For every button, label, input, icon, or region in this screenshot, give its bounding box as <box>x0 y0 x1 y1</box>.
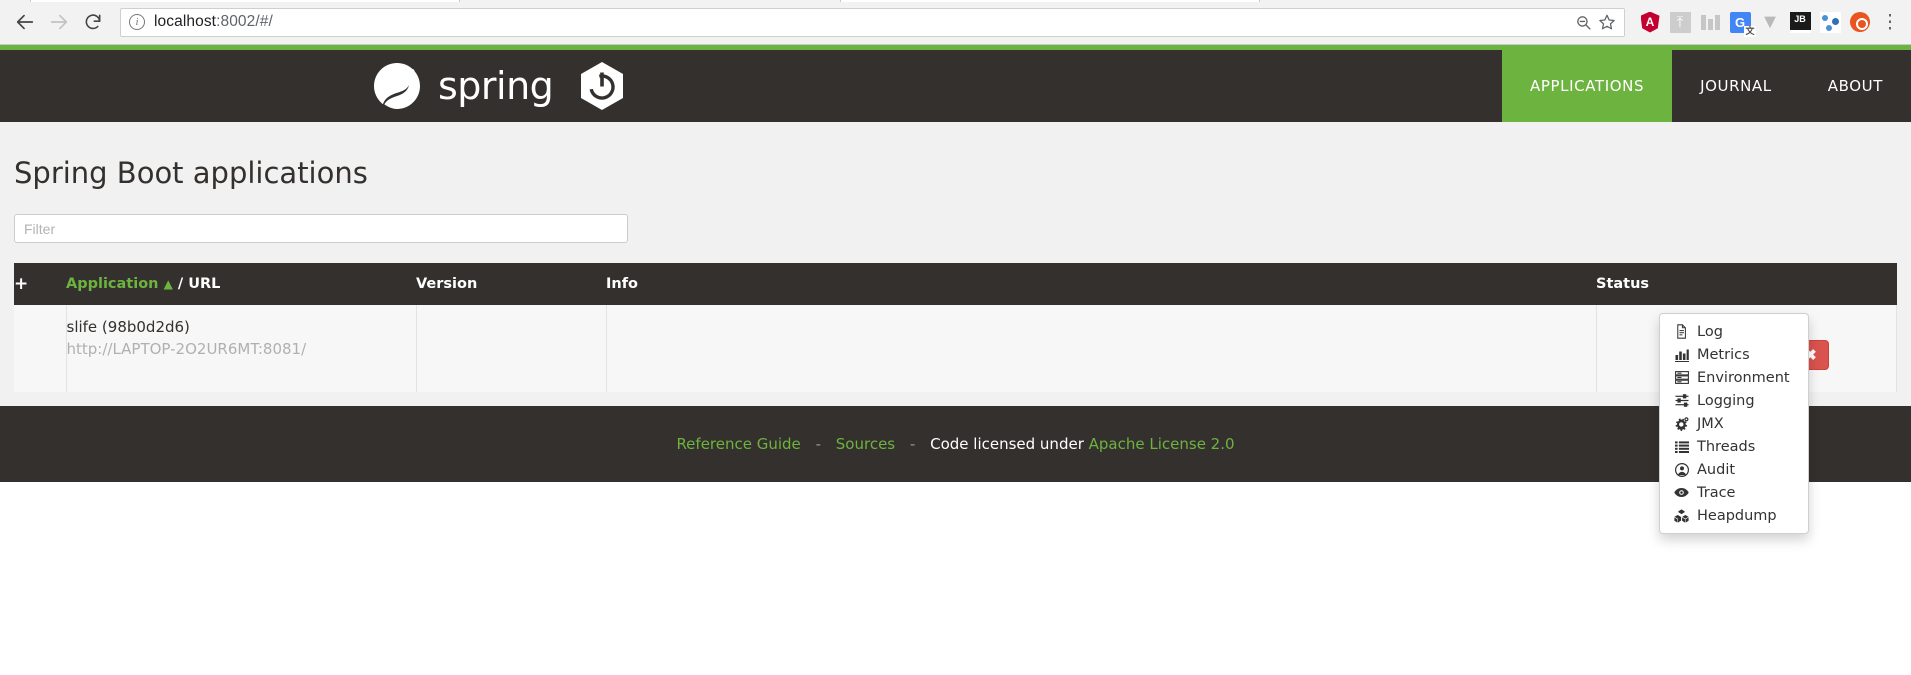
bar-chart-icon <box>1674 348 1689 362</box>
dropdown-item-label: Heapdump <box>1697 507 1777 524</box>
dropdown-item-log[interactable]: Log <box>1660 320 1808 343</box>
dropdown-item-label: Trace <box>1697 484 1736 501</box>
plus-icon[interactable]: + <box>14 274 28 294</box>
dropdown-item-audit[interactable]: Audit <box>1660 458 1808 481</box>
site-header: spring APPLICATIONS JOURNAL ABOUT <box>0 50 1911 122</box>
footer-links: Reference Guide - Sources - Code license… <box>676 435 1234 453</box>
dropdown-item-label: Log <box>1697 323 1723 340</box>
nav-item-applications[interactable]: APPLICATIONS <box>1502 50 1673 122</box>
main-content: Spring Boot applications + Application ▲… <box>0 122 1911 406</box>
site-footer: Reference Guide - Sources - Code license… <box>0 406 1911 482</box>
column-add[interactable]: + <box>14 263 66 305</box>
column-info[interactable]: Info <box>606 263 1596 305</box>
row-application-cell: slife (98b0d2d6) http://LAPTOP-2O2UR6MT:… <box>66 305 417 392</box>
browser-tab-stub[interactable] <box>840 0 1260 2</box>
address-bar[interactable]: i localhost:8002/#/ <box>120 7 1625 37</box>
ubuntu-extension-icon[interactable] <box>1847 9 1873 35</box>
applications-table: + Application ▲ / URL Version Info Statu… <box>14 263 1897 392</box>
back-arrow-icon[interactable] <box>8 5 42 39</box>
table-header-row: + Application ▲ / URL Version Info Statu… <box>14 263 1897 305</box>
dropdown-item-heapdump[interactable]: Heapdump <box>1660 504 1808 527</box>
eye-icon <box>1674 487 1689 498</box>
dropdown-item-logging[interactable]: Logging <box>1660 389 1808 412</box>
chrome-menu-kebab-icon[interactable]: ⋮ <box>1877 9 1903 35</box>
browser-toolbar: i localhost:8002/#/ A ⤒ G 文 ▼ JB ⋮ <box>0 0 1911 45</box>
footer-link-apache-license[interactable]: Apache License 2.0 <box>1089 435 1235 453</box>
column-url-label[interactable]: / URL <box>178 276 221 292</box>
dropdown-item-label: Metrics <box>1697 346 1750 363</box>
nav-item-journal[interactable]: JOURNAL <box>1672 50 1800 122</box>
dropdown-item-label: Environment <box>1697 369 1790 386</box>
info-circle-icon[interactable]: i <box>129 14 145 30</box>
column-application-url[interactable]: Application ▲ / URL <box>66 263 416 305</box>
columns-extension-icon[interactable] <box>1697 9 1723 35</box>
dropdown-item-trace[interactable]: Trace <box>1660 481 1808 504</box>
application-url[interactable]: http://LAPTOP-2O2UR6MT:8081/ <box>67 339 416 361</box>
sort-application-label[interactable]: Application <box>66 276 159 292</box>
url-host: localhost <box>154 13 217 30</box>
list-icon <box>1674 440 1689 453</box>
dropdown-item-environment[interactable]: Environment <box>1660 366 1808 389</box>
brand-logo[interactable]: spring <box>372 50 625 122</box>
table-header: + Application ▲ / URL Version Info Statu… <box>14 263 1897 305</box>
table-row[interactable]: slife (98b0d2d6) http://LAPTOP-2O2UR6MT:… <box>14 305 1897 392</box>
page-title: Spring Boot applications <box>14 156 368 190</box>
table-body: slife (98b0d2d6) http://LAPTOP-2O2UR6MT:… <box>14 305 1897 392</box>
footer-link-reference-guide[interactable]: Reference Guide <box>676 435 800 453</box>
footer-license-text: Code licensed under <box>930 435 1084 453</box>
dropdown-item-label: Logging <box>1697 392 1755 409</box>
google-translate-extension-icon[interactable]: G <box>1727 9 1756 37</box>
file-text-icon <box>1674 324 1689 339</box>
star-icon[interactable] <box>1598 13 1616 31</box>
application-name[interactable]: slife (98b0d2d6) <box>67 317 416 339</box>
column-status[interactable]: Status <box>1596 263 1897 305</box>
spring-boot-admin-app: spring APPLICATIONS JOURNAL ABOUT Spring… <box>0 45 1911 675</box>
url-path: :8002/#/ <box>216 13 273 30</box>
dropdown-item-label: Threads <box>1697 438 1756 455</box>
nav-item-about[interactable]: ABOUT <box>1800 50 1911 122</box>
browser-tab-stub[interactable] <box>30 0 460 2</box>
footer-separator: - <box>815 435 821 453</box>
magnifier-icon[interactable] <box>1575 14 1592 31</box>
user-circle-icon <box>1674 462 1689 477</box>
vue-devtools-extension-icon[interactable]: ▼ <box>1757 9 1783 35</box>
page-background <box>0 482 1911 675</box>
sort-ascending-icon: ▲ <box>163 277 173 291</box>
angular-extension-icon[interactable]: A <box>1637 9 1663 35</box>
sliders-icon <box>1674 394 1689 407</box>
server-list-icon <box>1674 371 1689 384</box>
upload-extension-icon[interactable]: ⤒ <box>1667 9 1693 35</box>
dropdown-item-jmx[interactable]: JMX <box>1660 412 1808 435</box>
footer-separator: - <box>909 435 916 453</box>
extensions-tray: A ⤒ G ▼ JB ⋮ <box>1631 9 1903 37</box>
filter-input[interactable] <box>14 214 628 243</box>
column-version[interactable]: Version <box>416 263 606 305</box>
footer-link-sources[interactable]: Sources <box>836 435 895 453</box>
row-version-cell <box>416 305 607 392</box>
address-bar-url: localhost:8002/#/ <box>154 13 273 31</box>
details-dropdown-menu: Log Metrics Environment Logging JMX Thre… <box>1659 313 1809 534</box>
row-expand-cell[interactable] <box>14 305 67 392</box>
brand-wordmark: spring <box>438 64 554 108</box>
jetbrains-extension-icon[interactable]: JB <box>1787 9 1813 35</box>
dropdown-item-label: Audit <box>1697 461 1736 478</box>
molecule-extension-icon[interactable] <box>1817 9 1843 35</box>
cubes-icon <box>1674 508 1689 523</box>
spring-boot-power-logo-icon <box>579 61 625 111</box>
dropdown-item-threads[interactable]: Threads <box>1660 435 1808 458</box>
main-nav: APPLICATIONS JOURNAL ABOUT <box>1502 50 1911 122</box>
dropdown-item-label: JMX <box>1697 415 1724 432</box>
omnibox-actions <box>1575 13 1616 31</box>
dropdown-item-metrics[interactable]: Metrics <box>1660 343 1808 366</box>
row-info-cell <box>606 305 1597 392</box>
reload-icon[interactable] <box>76 5 110 39</box>
forward-arrow-icon <box>42 5 76 39</box>
gears-icon <box>1674 416 1689 431</box>
spring-leaf-logo-icon <box>372 61 422 111</box>
